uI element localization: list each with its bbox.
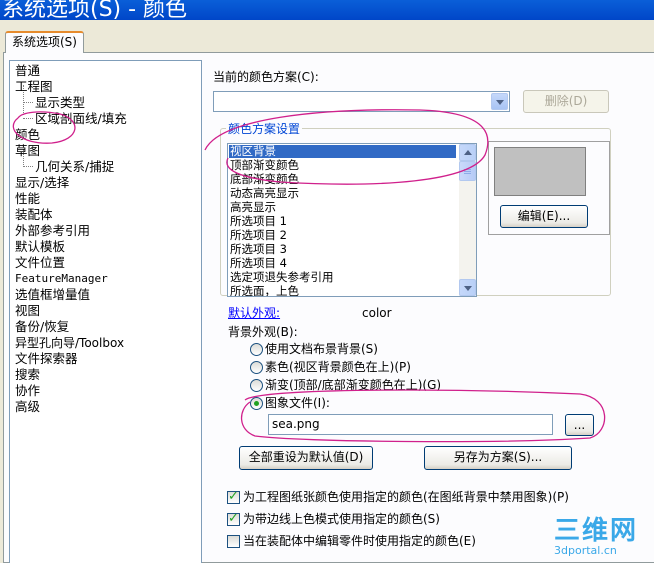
watermark-logo: 三维网: [554, 516, 639, 546]
tab-system-options[interactable]: 系统选项(S): [5, 31, 84, 53]
annotation-circle-colors: [12, 111, 76, 144]
watermark-site: 3dportal.cn: [554, 544, 617, 557]
watermark: 三维网 3dportal.cn: [552, 510, 652, 562]
annotation-overlay: [12, 109, 606, 443]
annotation-circle-image-file: [240, 389, 606, 443]
annotation-circle-settings: [204, 109, 489, 185]
